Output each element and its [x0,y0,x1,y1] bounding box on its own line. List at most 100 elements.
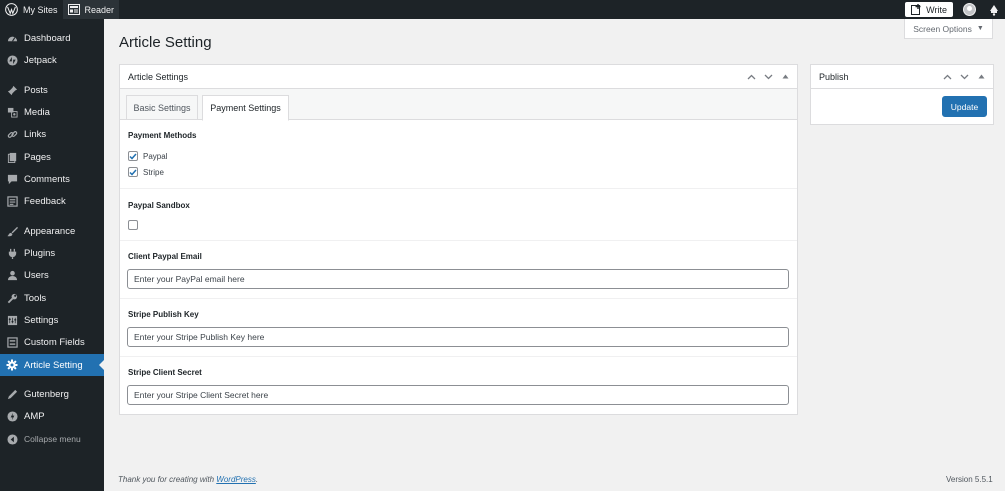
wordpress-icon [5,3,18,16]
sidebar-item-label: Dashboard [24,32,71,44]
sidebar-item-gutenberg[interactable]: Gutenberg [0,383,104,405]
sidebar-item-label: Gutenberg [24,388,69,400]
sidebar-item-appearance[interactable]: Appearance [0,220,104,242]
write-icon [911,4,921,15]
paypal-sandbox-option[interactable] [128,220,143,230]
tab-payment-settings[interactable]: Payment Settings [202,95,289,121]
chevron-down-icon[interactable] [958,71,970,83]
sidebar-item-label: Pages [24,151,51,163]
sidebar-item-links[interactable]: Links [0,123,104,145]
article-settings-box: Article Settings Basic Settings Payment … [119,64,798,415]
admin-bar: My Sites Reader Write [0,0,1005,19]
sidebar-item-plugins[interactable]: Plugins [0,242,104,264]
screen-options-label: Screen Options [913,23,972,34]
sidebar-item-amp[interactable]: AMP [0,405,104,427]
my-sites-link[interactable]: My Sites [0,0,63,19]
client-paypal-email-input[interactable] [127,269,789,289]
write-button[interactable]: Write [905,2,953,17]
payment-methods-section: Payment Methods Paypal Stripe [120,121,797,189]
sidebar-item-label: Comments [24,173,70,185]
stripe-publish-key-label: Stripe Publish Key [128,310,199,319]
toggle-panel-icon[interactable] [779,71,791,83]
sidebar-item-posts[interactable]: Posts [0,79,104,101]
pencil-icon [6,388,18,400]
pages-icon [6,151,18,163]
sidebar-item-custom-fields[interactable]: Custom Fields [0,331,104,353]
feedback-icon [6,195,18,207]
sidebar-item-article-setting[interactable]: Article Setting [0,354,104,376]
reader-icon [67,4,80,15]
paypal-sandbox-section: Paypal Sandbox [120,189,797,241]
box-title: Article Settings [128,71,189,82]
brush-icon [6,225,18,237]
stripe-label: Stripe [143,167,164,177]
fields-icon [6,336,18,348]
chevron-up-icon[interactable] [745,71,757,83]
sidebar-item-jetpack[interactable]: Jetpack [0,49,104,71]
gear-icon [6,359,18,371]
tab-basic-settings[interactable]: Basic Settings [126,95,198,120]
sidebar-item-feedback[interactable]: Feedback [0,190,104,212]
stripe-checkbox[interactable] [128,167,138,177]
sidebar-item-label: Media [24,106,50,118]
footer-credit: Thank you for creating with WordPress. [118,475,258,484]
collapse-icon [6,433,18,445]
paypal-checkbox[interactable] [128,151,138,161]
sidebar-item-label: Links [24,128,47,140]
sidebar-item-pages[interactable]: Pages [0,146,104,168]
stripe-option[interactable]: Stripe [128,167,164,177]
screen-options-button[interactable]: Screen Options ▼ [904,19,993,39]
footer-thanks-text: Thank you for creating with [118,475,217,484]
link-icon [6,128,18,140]
checkmark-icon [129,153,137,160]
pin-icon [6,84,18,96]
version-text: Version 5.5.1 [946,475,993,484]
update-button[interactable]: Update [942,96,987,117]
collapse-menu-label: Collapse menu [24,434,81,444]
stripe-publish-key-section: Stripe Publish Key [120,299,797,357]
plugin-icon [6,247,18,259]
publish-actions: Update [811,89,993,125]
client-paypal-email-section: Client Paypal Email [120,241,797,299]
media-icon [6,106,18,118]
paypal-sandbox-checkbox[interactable] [128,220,138,230]
collapse-menu-button[interactable]: Collapse menu [0,428,104,450]
sidebar-item-label: Feedback [24,195,66,207]
chevron-down-icon[interactable] [762,71,774,83]
wordpress-link[interactable]: WordPress [216,475,256,484]
admin-sidebar: Dashboard Jetpack Posts Media Links Page… [0,19,104,491]
footer-period: . [255,475,259,484]
sidebar-item-label: AMP [24,410,45,422]
paypal-sandbox-label: Paypal Sandbox [128,201,190,210]
publish-box: Publish Update [810,64,994,125]
comment-icon [6,173,18,185]
sidebar-item-label: Tools [24,292,47,304]
sidebar-item-settings[interactable]: Settings [0,309,104,331]
sidebar-item-label: Article Setting [24,359,83,371]
reader-label: Reader [84,4,115,15]
chevron-up-icon[interactable] [941,71,953,83]
client-paypal-email-label: Client Paypal Email [128,252,202,261]
sidebar-item-label: Settings [24,314,59,326]
sidebar-item-dashboard[interactable]: Dashboard [0,27,104,49]
caret-down-icon: ▼ [976,25,984,32]
paypal-option[interactable]: Paypal [128,151,167,161]
sliders-icon [6,314,18,326]
sidebar-item-tools[interactable]: Tools [0,287,104,309]
toggle-panel-icon[interactable] [975,71,987,83]
users-icon [6,269,18,281]
write-label: Write [926,4,947,15]
sidebar-item-media[interactable]: Media [0,101,104,123]
reader-link[interactable]: Reader [62,0,120,19]
paypal-label: Paypal [143,151,168,161]
sidebar-item-label: Appearance [24,225,76,237]
my-sites-label: My Sites [23,4,58,15]
sidebar-item-comments[interactable]: Comments [0,168,104,190]
sidebar-item-label: Plugins [24,247,56,259]
avatar[interactable] [963,3,976,16]
sidebar-item-users[interactable]: Users [0,264,104,286]
sidebar-item-label: Custom Fields [24,336,85,348]
stripe-publish-key-input[interactable] [127,327,789,347]
stripe-client-secret-input[interactable] [127,385,789,405]
notifications-bell-icon[interactable] [988,4,1000,16]
